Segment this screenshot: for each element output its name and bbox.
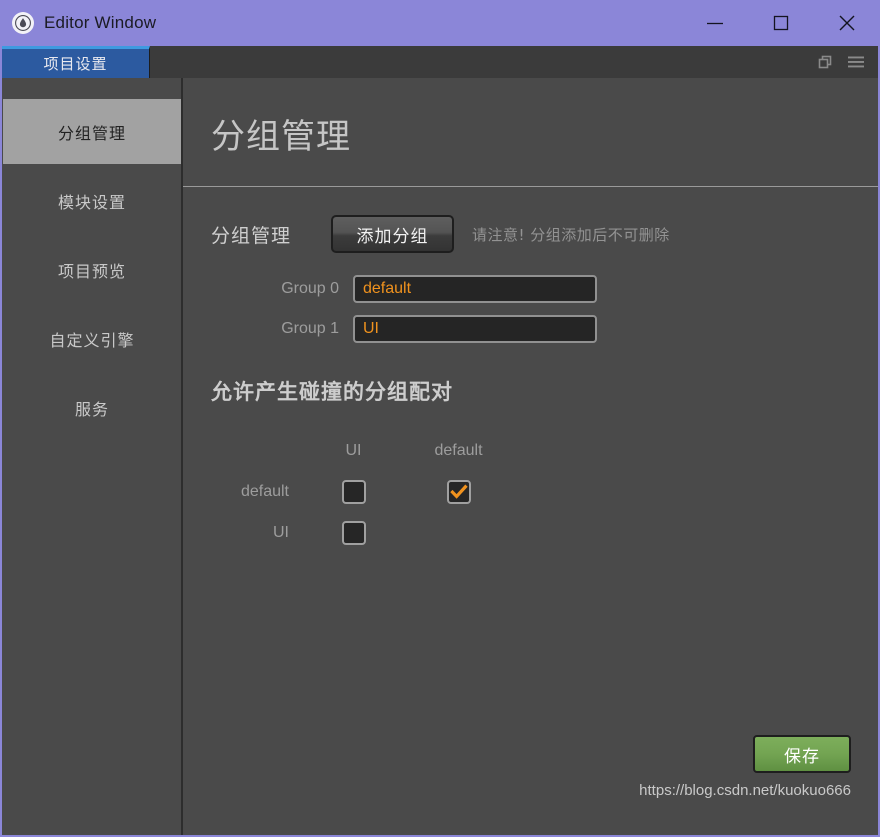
matrix-row-label-default: default: [240, 482, 289, 500]
main-panel: 分组管理 分组管理 添加分组 请注意! 分组添加后不可删除 Group 0 Gr…: [183, 78, 878, 835]
check-icon: [449, 484, 468, 499]
title-bar: Editor Window: [0, 0, 880, 46]
matrix-cell-default-default: [406, 479, 511, 504]
window-controls: [682, 0, 880, 46]
checkbox-default-ui[interactable]: [341, 479, 366, 504]
matrix-row-default: default: [211, 471, 878, 512]
matrix-col-default: default: [434, 441, 483, 459]
tab-bar: 项目设置: [0, 46, 880, 78]
window-body: 分组管理 模块设置 项目预览 自定义引擎 服务 分组管理 分组管理 添加分组 请…: [0, 78, 880, 837]
minimize-button[interactable]: [682, 0, 748, 46]
group-1-input[interactable]: [353, 315, 597, 343]
droplet-icon: [12, 12, 34, 34]
tab-bar-tools: [817, 46, 878, 78]
window-title: Editor Window: [44, 13, 157, 32]
checkbox-ui-ui[interactable]: [341, 520, 366, 545]
add-group-note: 请注意! 分组添加后不可删除: [472, 225, 670, 244]
content-area: 分组管理 添加分组 请注意! 分组添加后不可删除 Group 0 Group 1…: [183, 187, 878, 553]
restore-panel-icon[interactable]: [817, 54, 833, 70]
sidebar-item-module-settings[interactable]: 模块设置: [3, 168, 181, 233]
page-title: 分组管理: [211, 117, 351, 157]
collision-matrix: UI default default UI: [211, 430, 878, 553]
checkbox-default-default[interactable]: [446, 479, 471, 504]
editor-window: Editor Window 项目设置 分组管理 模块设置 项目预览 自定义引擎 …: [0, 0, 880, 837]
matrix-header-row: UI default: [211, 430, 878, 471]
sidebar-item-project-preview[interactable]: 项目预览: [3, 237, 181, 302]
matrix-row-label-ui: UI: [273, 523, 289, 541]
close-button[interactable]: [814, 0, 880, 46]
matrix-cell-default-ui: [301, 479, 406, 504]
sidebar: 分组管理 模块设置 项目预览 自定义引擎 服务: [2, 78, 183, 835]
group-management-label: 分组管理: [211, 224, 292, 247]
group-1-label: Group 1: [281, 320, 339, 337]
matrix-cell-ui-ui: [301, 520, 406, 545]
group-0-label: Group 0: [281, 280, 339, 297]
matrix-row-ui: UI: [211, 512, 878, 553]
save-area: 保存 https://blog.csdn.net/kuokuo666: [639, 735, 851, 799]
watermark-url: https://blog.csdn.net/kuokuo666: [639, 782, 851, 799]
group-list: Group 0 Group 1: [211, 275, 878, 343]
group-0-input[interactable]: [353, 275, 597, 303]
save-button[interactable]: 保存: [753, 735, 851, 773]
add-group-button[interactable]: 添加分组: [331, 215, 454, 253]
group-row: Group 1: [211, 315, 878, 343]
tab-project-settings[interactable]: 项目设置: [2, 46, 150, 78]
group-row: Group 0: [211, 275, 878, 303]
collision-matrix-title: 允许产生碰撞的分组配对: [211, 380, 453, 404]
sidebar-item-services[interactable]: 服务: [3, 375, 181, 440]
matrix-col-ui: UI: [345, 441, 362, 459]
maximize-button[interactable]: [748, 0, 814, 46]
sidebar-item-group-management[interactable]: 分组管理: [3, 99, 181, 164]
sidebar-item-custom-engine[interactable]: 自定义引擎: [3, 306, 181, 371]
hamburger-menu-icon[interactable]: [847, 55, 865, 69]
group-management-header: 分组管理 添加分组 请注意! 分组添加后不可删除: [211, 215, 878, 253]
